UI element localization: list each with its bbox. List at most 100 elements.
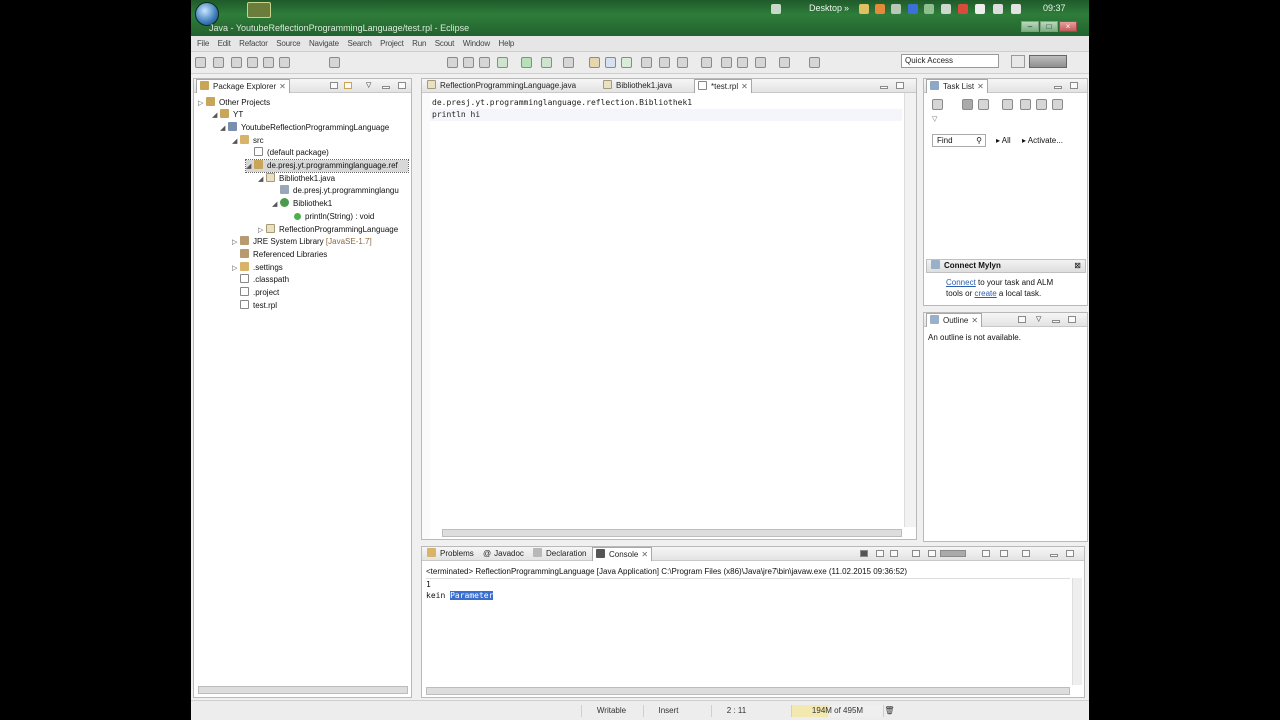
new-package-icon[interactable]: [605, 57, 616, 68]
tree-item-yt[interactable]: ◢ YT: [212, 109, 243, 121]
clock[interactable]: 09:37: [1043, 3, 1066, 17]
view-menu-arrow-icon[interactable]: ▽: [932, 115, 937, 123]
new-class-icon[interactable]: [621, 57, 632, 68]
tree-item-default-package[interactable]: (default package): [246, 147, 329, 159]
menu-file[interactable]: File: [197, 36, 209, 52]
minimize-view-icon[interactable]: [1050, 554, 1058, 557]
external-tools-icon[interactable]: [541, 57, 552, 68]
menu-source[interactable]: Source: [276, 36, 300, 52]
desktop-toolbar-label[interactable]: Desktop: [809, 3, 842, 17]
menu-window[interactable]: Window: [463, 36, 490, 52]
open-perspective-icon[interactable]: [1011, 55, 1025, 68]
maximize-view-icon[interactable]: [1070, 82, 1078, 89]
last-edit-icon[interactable]: [721, 57, 732, 68]
expand-arrow-icon[interactable]: ▷: [232, 237, 240, 249]
tree-item-classpath[interactable]: .classpath: [232, 274, 289, 286]
tree-item-src[interactable]: ◢ src: [232, 135, 264, 147]
close-icon[interactable]: ✕: [971, 316, 978, 325]
collapse-arrow-icon[interactable]: ◢: [232, 136, 240, 148]
close-icon[interactable]: ✕: [279, 82, 286, 91]
tree-item-project[interactable]: ◢ YoutubeReflectionProgrammingLanguage: [220, 122, 389, 134]
collapse-all-icon[interactable]: [1020, 99, 1031, 110]
clear-console-icon[interactable]: [912, 550, 920, 557]
tree-item-reflection-class[interactable]: ▷ ReflectionProgrammingLanguage: [258, 224, 398, 236]
save-all-icon[interactable]: [247, 57, 258, 68]
close-icon[interactable]: ✕: [977, 82, 984, 91]
tab-task-list[interactable]: Task List ✕: [926, 79, 988, 93]
horizontal-scrollbar[interactable]: [198, 686, 408, 694]
tree-item-other-projects[interactable]: ▷ Other Projects: [198, 97, 270, 109]
activate-filter[interactable]: ▸ Activate...: [1022, 134, 1063, 147]
view-menu-icon[interactable]: ▽: [1036, 316, 1044, 323]
remove-launch-icon[interactable]: [876, 550, 884, 557]
view-menu-icon[interactable]: [1052, 99, 1063, 110]
minimize-view-icon[interactable]: [880, 86, 888, 89]
tab-declaration[interactable]: Declaration: [530, 547, 589, 561]
print-icon[interactable]: [263, 57, 274, 68]
horizontal-scrollbar[interactable]: [426, 687, 1070, 695]
tray-chevron[interactable]: »: [844, 3, 849, 17]
tree-item-bibliothek1-java[interactable]: ◢ Bibliothek1.java: [258, 173, 335, 185]
menu-edit[interactable]: Edit: [218, 36, 231, 52]
annotation-icon[interactable]: [701, 57, 712, 68]
quick-access-input[interactable]: Quick Access: [901, 54, 999, 68]
horizontal-scrollbar[interactable]: [442, 529, 902, 537]
remove-all-launches-icon[interactable]: [890, 550, 898, 557]
menu-navigate[interactable]: Navigate: [309, 36, 339, 52]
maximize-button[interactable]: □: [1040, 21, 1058, 32]
tab-bibliothek1-java[interactable]: Bibliothek1.java: [600, 79, 692, 93]
tab-reflection-java[interactable]: ReflectionProgrammingLanguage.java: [424, 79, 596, 93]
terminate-icon[interactable]: [860, 550, 868, 557]
tab-test-rpl[interactable]: *test.rpl ✕: [694, 79, 752, 93]
build-icon[interactable]: [463, 57, 474, 68]
bluetooth-icon[interactable]: [908, 4, 918, 14]
skip-breakpoints-icon[interactable]: [479, 57, 490, 68]
tray-icon[interactable]: [941, 4, 951, 14]
open-task-icon[interactable]: [659, 57, 670, 68]
menu-project[interactable]: Project: [380, 36, 404, 52]
menu-search[interactable]: Search: [347, 36, 371, 52]
collapse-arrow-icon[interactable]: ◢: [246, 161, 254, 173]
java-perspective-button[interactable]: [1029, 55, 1067, 68]
vertical-scrollbar[interactable]: [904, 93, 916, 527]
network-icon[interactable]: [993, 4, 1003, 14]
pin-console-icon[interactable]: [982, 550, 990, 557]
new-java-project-icon[interactable]: [589, 57, 600, 68]
tree-item-project-file[interactable]: .project: [232, 287, 279, 299]
status-insert-mode[interactable]: Insert: [643, 705, 693, 717]
outline-toggle-icon[interactable]: [329, 57, 340, 68]
volume-icon[interactable]: [1011, 4, 1021, 14]
collapse-all-icon[interactable]: [330, 82, 338, 89]
debug-icon[interactable]: [497, 57, 508, 68]
trash-icon[interactable]: 🗑: [883, 705, 895, 717]
hide-fields-icon[interactable]: [1018, 316, 1026, 323]
tree-item-package-declaration[interactable]: de.presj.yt.programminglangu: [272, 185, 399, 197]
mark-occurrences-icon[interactable]: [737, 57, 748, 68]
scroll-lock-icon[interactable]: [928, 550, 936, 557]
collapse-arrow-icon[interactable]: ◢: [212, 110, 220, 122]
tree-item-jre[interactable]: ▷ JRE System Library [JavaSE-1.7]: [232, 236, 372, 248]
new-task-icon[interactable]: [932, 99, 943, 110]
open-console-icon[interactable]: [1022, 550, 1030, 557]
menu-help[interactable]: Help: [499, 36, 515, 52]
task-find-input[interactable]: Find ⚲: [932, 134, 986, 147]
menu-run[interactable]: Run: [412, 36, 426, 52]
show-console-icon[interactable]: [940, 550, 966, 557]
tab-console[interactable]: Console ✕: [592, 547, 653, 561]
collapse-arrow-icon[interactable]: ◢: [258, 174, 266, 186]
tree-item-settings[interactable]: ▷ .settings: [232, 262, 283, 274]
connect-link[interactable]: Connect: [946, 278, 976, 287]
create-link[interactable]: create: [974, 289, 996, 298]
nav-back-icon[interactable]: [755, 57, 766, 68]
minimize-view-icon[interactable]: [1052, 320, 1060, 323]
eclipse-taskbar-icon[interactable]: [247, 2, 271, 18]
open-icon[interactable]: [213, 57, 224, 68]
focus-icon[interactable]: [1002, 99, 1013, 110]
heap-status[interactable]: 194M of 495M: [791, 705, 883, 717]
categorized-icon[interactable]: [962, 99, 973, 110]
terminal-icon[interactable]: [279, 57, 290, 68]
nav-forward-icon[interactable]: [779, 57, 790, 68]
tab-outline[interactable]: Outline ✕: [926, 313, 983, 327]
tab-javadoc[interactable]: @ Javadoc: [480, 547, 527, 561]
search-icon[interactable]: [677, 57, 688, 68]
